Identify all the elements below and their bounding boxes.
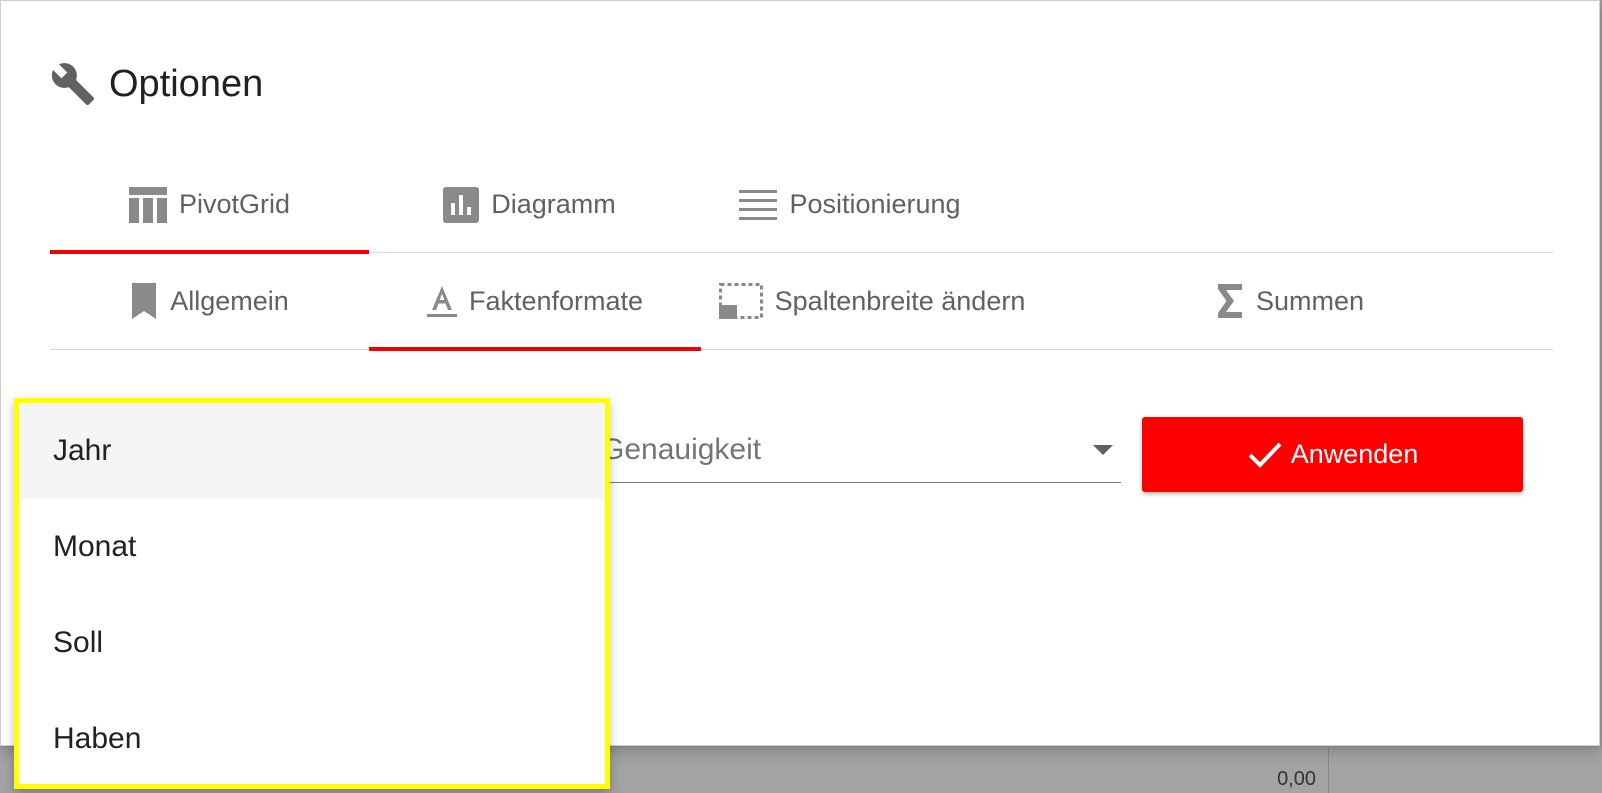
apply-button-label: Anwenden [1290, 439, 1419, 469]
text-format-icon [426, 284, 457, 318]
tab-positionierung[interactable]: Positionierung [690, 157, 1010, 252]
tab-diagramm[interactable]: Diagramm [369, 157, 690, 252]
background-cell-divider [1328, 747, 1329, 793]
tab-label: Faktenformate [468, 285, 644, 316]
sub-tab-bar: Allgemein Faktenformate Spaltenbreite än… [50, 253, 1553, 351]
main-tab-bar: PivotGrid Diagramm Positionierung [50, 157, 1553, 254]
checkmark-icon [1247, 441, 1283, 469]
tab-faktenformate[interactable]: Faktenformate [369, 253, 701, 351]
precision-select-placeholder: Genauigkeit [601, 432, 762, 466]
lines-icon [739, 189, 778, 220]
tab-label: Positionierung [789, 189, 961, 219]
dropdown-option-jahr[interactable]: Jahr [19, 403, 605, 499]
dropdown-option-haben[interactable]: Haben [19, 691, 605, 787]
tab-label: Allgemein [170, 285, 289, 316]
dialog-title: Optionen [109, 62, 264, 105]
precision-select[interactable]: Genauigkeit [601, 417, 1121, 483]
field-dropdown-menu: Jahr Monat Soll Haben [14, 398, 610, 789]
tab-label: Summen [1255, 285, 1365, 316]
dropdown-option-soll[interactable]: Soll [19, 595, 605, 691]
tab-spaltenbreite[interactable]: Spaltenbreite ändern [701, 253, 1043, 349]
background-cell-value: 0,00 [1277, 768, 1316, 790]
tab-allgemein[interactable]: Allgemein [50, 253, 369, 349]
column-width-icon [718, 283, 763, 319]
tab-label: Spaltenbreite ändern [774, 285, 1026, 316]
tab-pivotgrid[interactable]: PivotGrid [50, 157, 369, 254]
table-icon [128, 186, 167, 223]
bar-chart-icon [443, 186, 480, 223]
dropdown-option-monat[interactable]: Monat [19, 499, 605, 595]
apply-button[interactable]: Anwenden [1142, 417, 1523, 492]
bookmark-icon [130, 283, 158, 319]
tab-label: Diagramm [491, 189, 616, 219]
dropdown-arrow-icon [1093, 444, 1113, 455]
tab-label: PivotGrid [178, 189, 291, 219]
wrench-icon [49, 60, 97, 108]
dialog-header: Optionen [49, 59, 263, 109]
tab-summen[interactable]: Summen [1160, 253, 1420, 349]
sigma-icon [1216, 284, 1244, 318]
